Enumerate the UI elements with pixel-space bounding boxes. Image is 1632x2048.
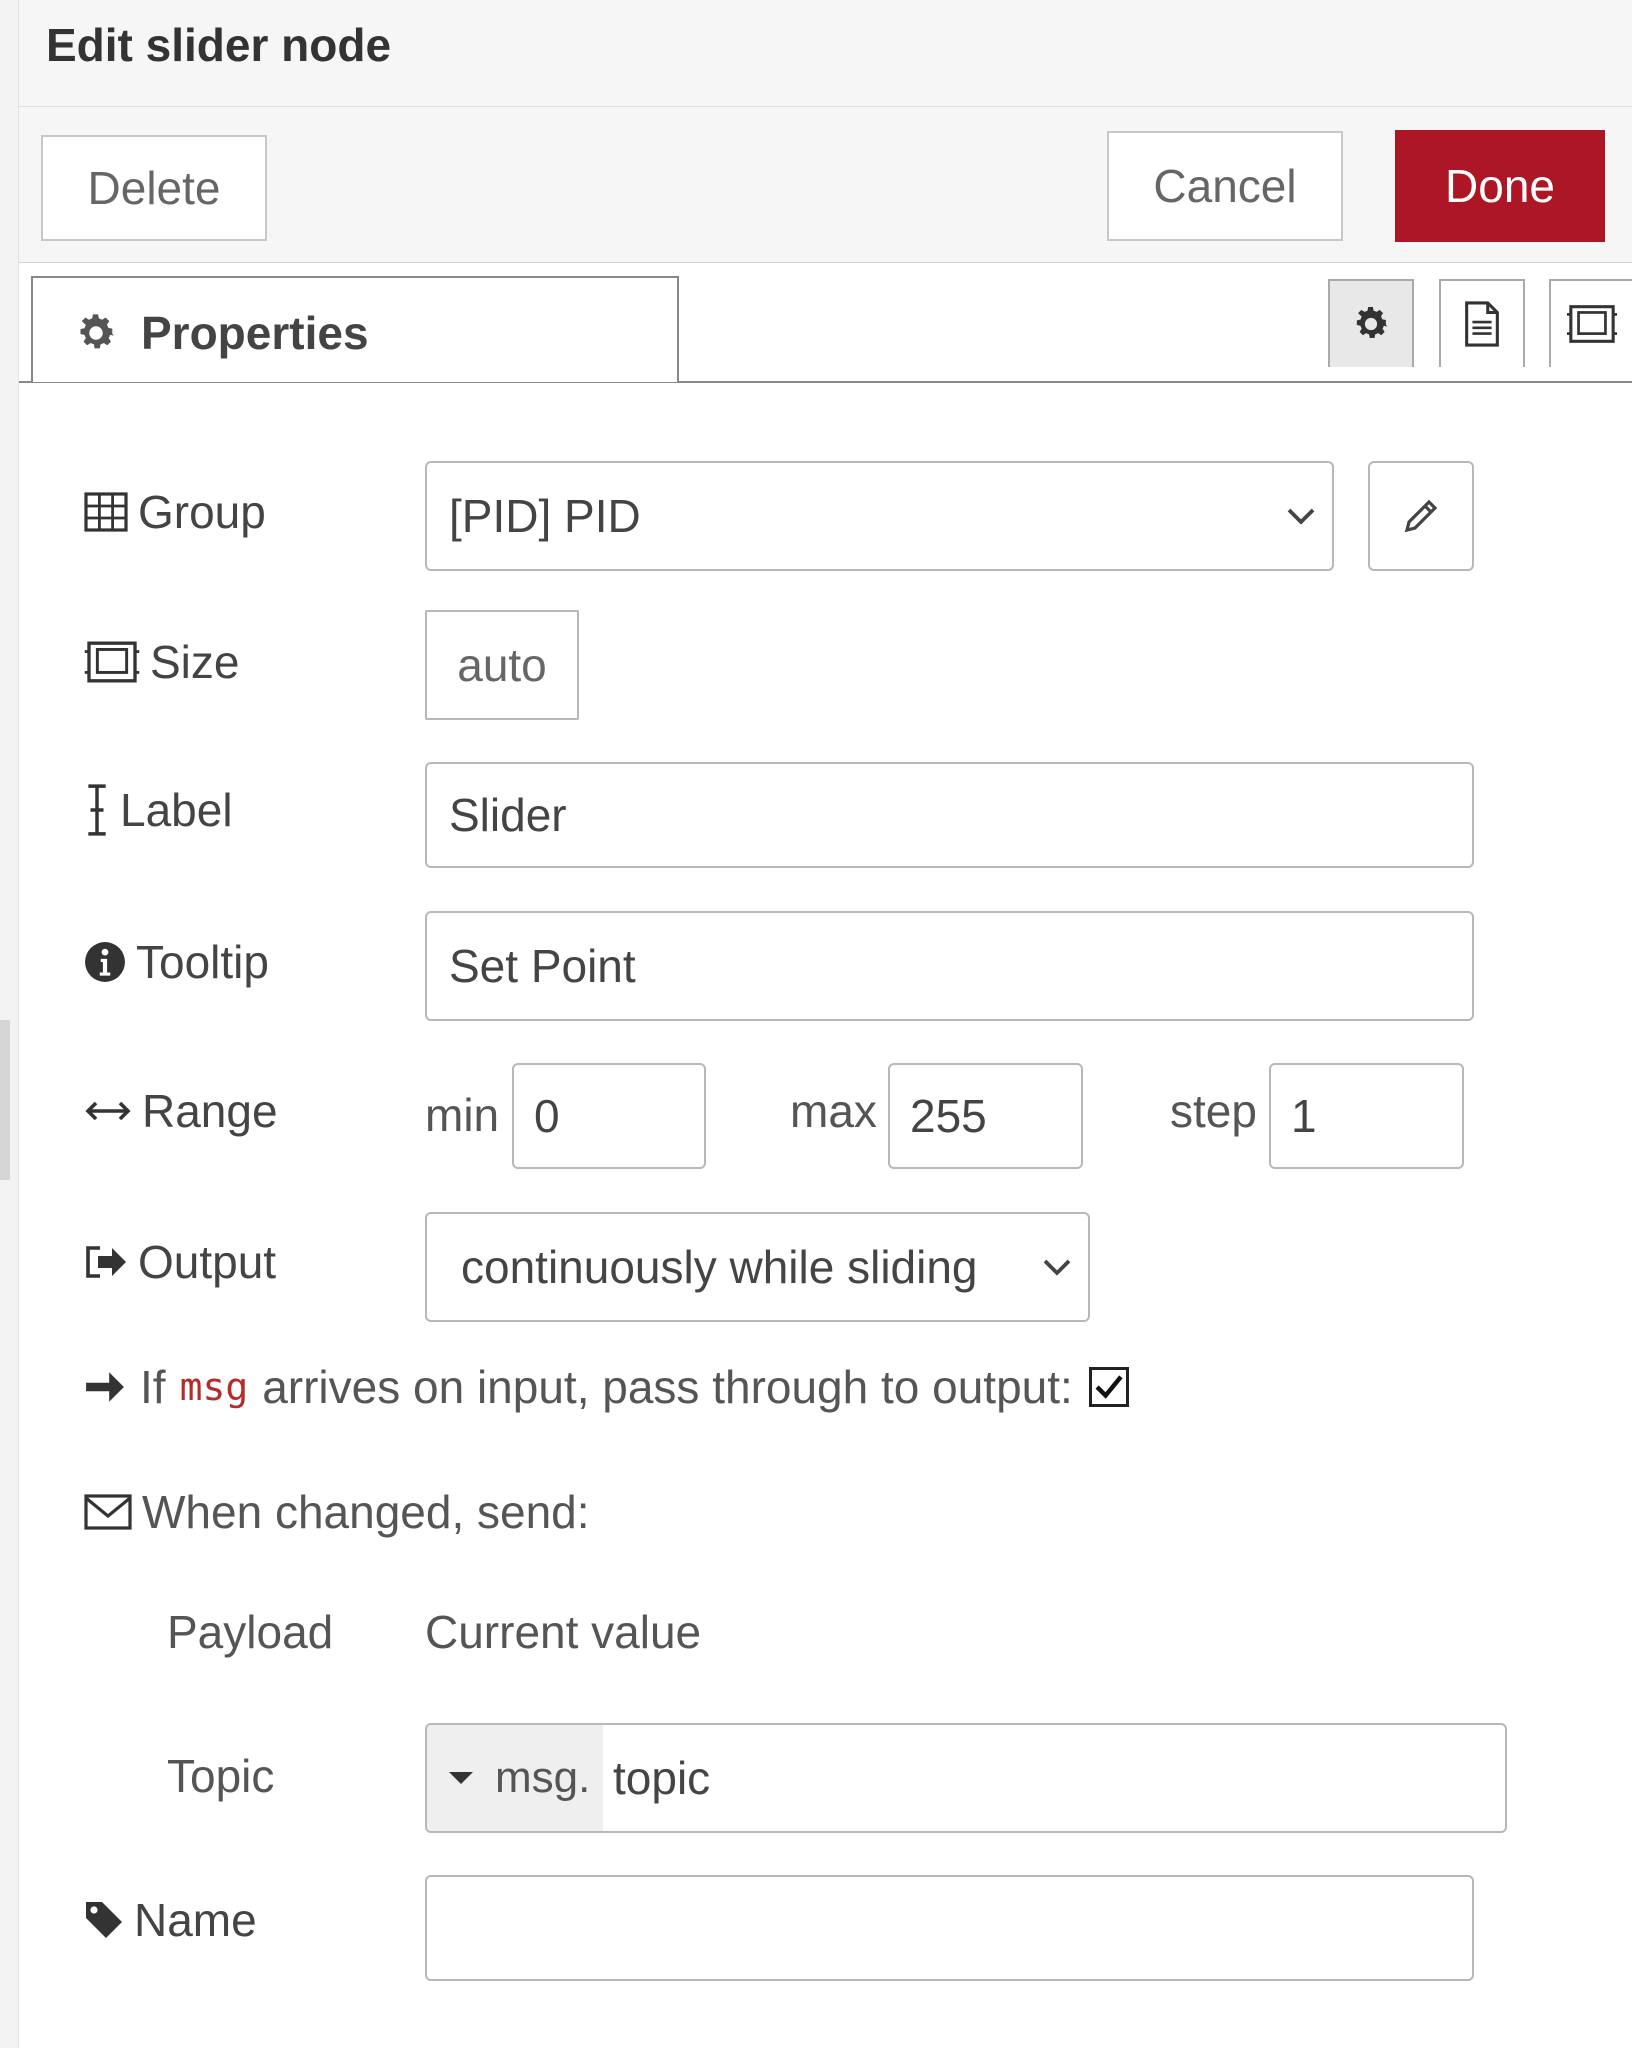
tooltip-input[interactable]: Set Point: [425, 911, 1474, 1021]
range-max-label: max: [790, 1085, 877, 1137]
gear-icon: [1356, 307, 1388, 338]
size-button[interactable]: auto: [425, 610, 579, 720]
group-select[interactable]: [PID] PID: [425, 461, 1334, 571]
cancel-button[interactable]: Cancel: [1107, 131, 1343, 241]
size-icon: [84, 641, 140, 683]
payload-value: Current value: [425, 1606, 702, 1658]
passthrough-checkbox[interactable]: [1088, 1367, 1129, 1407]
range-step-input[interactable]: 1: [1269, 1063, 1464, 1169]
topic-type-prefix: msg.: [495, 1753, 591, 1802]
topic-input[interactable]: msg. topic: [425, 1723, 1507, 1833]
done-button[interactable]: Done: [1395, 130, 1605, 242]
chevron-down-icon: [1043, 1259, 1071, 1276]
tab-settings[interactable]: [1328, 279, 1414, 367]
table-icon: [84, 492, 128, 532]
group-label: Group: [84, 485, 266, 539]
edit-group-button[interactable]: [1368, 461, 1474, 571]
checkmark-icon: [1095, 1375, 1123, 1399]
tooltip-label: Tooltip: [84, 935, 269, 989]
size-label: Size: [84, 635, 239, 689]
size-icon: [1567, 305, 1617, 343]
sign-out-icon: [86, 1246, 126, 1278]
topic-value: topic: [613, 1752, 711, 1804]
name-input[interactable]: [425, 1875, 1474, 1981]
tray-toolbar: Delete Cancel Done: [19, 107, 1632, 264]
name-label: Name: [84, 1893, 257, 1947]
chevron-down-icon: [1287, 508, 1315, 525]
envelope-icon: [84, 1494, 132, 1530]
when-changed-label: When changed, send:: [84, 1485, 590, 1539]
caret-down-icon: [449, 1772, 473, 1784]
tag-icon: [86, 1902, 122, 1938]
tab-properties[interactable]: Properties: [31, 276, 679, 382]
arrow-right-icon: [86, 1372, 124, 1402]
tabs-bar: Properties: [19, 263, 1632, 383]
output-label: Output: [84, 1235, 276, 1289]
arrows-horizontal-icon: [85, 1101, 131, 1121]
tab-appearance[interactable]: [1549, 279, 1632, 367]
tab-properties-label: Properties: [141, 307, 369, 359]
range-label: Range: [84, 1084, 278, 1138]
info-icon: [85, 942, 125, 982]
label-input[interactable]: Slider: [425, 762, 1474, 868]
gear-icon: [80, 314, 115, 349]
resize-handle[interactable]: [0, 1020, 10, 1180]
tray-header: Edit slider node: [19, 0, 1632, 108]
passthrough-code: msg: [179, 1365, 249, 1409]
delete-button[interactable]: Delete: [41, 135, 267, 241]
output-select[interactable]: continuously while sliding: [425, 1212, 1090, 1322]
pencil-icon: [1404, 499, 1438, 533]
topic-type-select[interactable]: msg.: [427, 1725, 603, 1831]
page-title: Edit slider node: [46, 19, 392, 71]
payload-label: Payload: [167, 1606, 334, 1658]
passthrough-text: arrives on input, pass through to output…: [262, 1361, 1073, 1413]
tab-description[interactable]: [1439, 279, 1525, 367]
passthrough-prefix: If: [140, 1361, 166, 1413]
label-label: Label: [84, 783, 233, 837]
text-cursor-icon: [88, 784, 106, 836]
topic-label: Topic: [167, 1750, 275, 1802]
range-min-input[interactable]: 0: [512, 1063, 706, 1169]
range-min-label: min: [425, 1089, 500, 1141]
range-step-label: step: [1170, 1085, 1257, 1137]
range-max-input[interactable]: 255: [888, 1063, 1083, 1169]
passthrough-row: If msg arrives on input, pass through to…: [84, 1360, 1129, 1414]
document-icon: [1465, 301, 1499, 347]
